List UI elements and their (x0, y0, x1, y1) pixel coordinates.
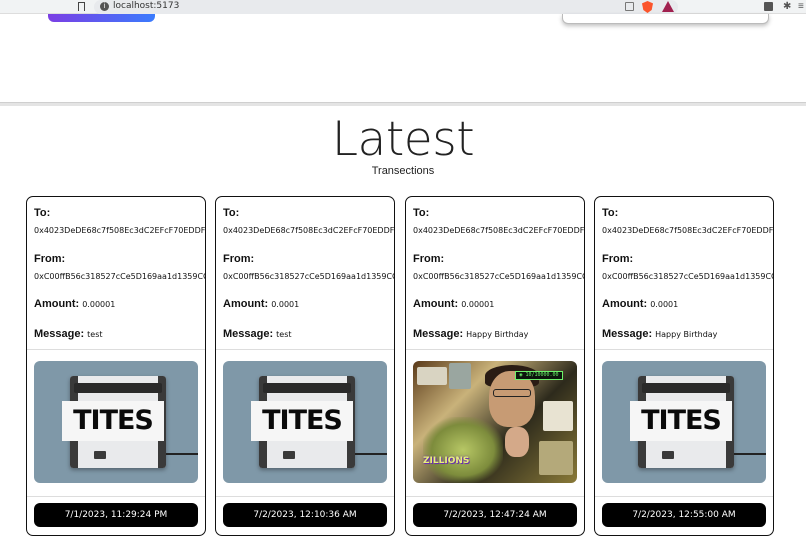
printer-image-text: TITES (73, 405, 154, 436)
card-divider (27, 349, 205, 350)
amount-label: Amount: (602, 298, 648, 310)
bookmark-icon[interactable] (78, 2, 85, 11)
printer-image: TITES (602, 361, 766, 483)
amount-row: Amount: 0.00001 (413, 298, 494, 310)
browser-toolbar: i localhost:5173 ✱ ≡ (0, 0, 806, 14)
amount-row: Amount: 0.0001 (223, 298, 299, 310)
printer-image-text: TITES (641, 405, 722, 436)
amount-value: 0.00001 (461, 300, 495, 309)
photo-image: ◉ 10/10000.00 ZILLIONS (413, 361, 577, 483)
to-address: 0x4023DeDE68c7f508Ec3dC2EFcF70EDDF03A3 (34, 226, 206, 235)
card-divider (406, 349, 584, 350)
transaction-image: TITES (223, 361, 387, 483)
transaction-card: To: 0x4023DeDE68c7f508Ec3dC2EFcF70EDDF03… (215, 196, 395, 536)
amount-label: Amount: (413, 298, 459, 310)
message-value: Happy Birthday (655, 330, 718, 339)
extensions-puzzle-icon[interactable]: ✱ (783, 1, 791, 13)
amount-value: 0.0001 (650, 300, 679, 309)
timestamp-button[interactable]: 7/2/2023, 12:10:36 AM (223, 503, 387, 527)
card-divider (216, 496, 394, 497)
card-divider (595, 349, 773, 350)
card-divider (406, 496, 584, 497)
from-label: From: (602, 253, 634, 265)
message-label: Message: (602, 328, 653, 340)
message-row: Message: Happy Birthday (602, 328, 717, 340)
to-address: 0x4023DeDE68c7f508Ec3dC2EFcF70EDDF03A3 (413, 226, 585, 235)
timestamp-button[interactable]: 7/2/2023, 12:47:24 AM (413, 503, 577, 527)
printer-image-text: TITES (262, 405, 343, 436)
card-divider (216, 349, 394, 350)
transaction-list: To: 0x4023DeDE68c7f508Ec3dC2EFcF70EDDF03… (26, 196, 776, 538)
printer-image: TITES (223, 361, 387, 483)
page-subtitle: Transections (371, 165, 435, 177)
from-address: 0xC00ffB56c318527cCe5D169aa1d1359CC4a6b (602, 272, 773, 281)
amount-label: Amount: (223, 298, 269, 310)
message-row: Message: Happy Birthday (413, 328, 528, 340)
amount-value: 0.0001 (271, 300, 300, 309)
section-divider (0, 102, 806, 106)
from-address: 0xC00ffB56c318527cCe5D169aa1d1359CC4a6b (34, 272, 205, 281)
photo-image-text: ZILLIONS (423, 456, 470, 466)
message-label: Message: (413, 328, 464, 340)
to-label: To: (602, 207, 619, 219)
brave-shield-icon[interactable] (642, 1, 653, 13)
amount-value: 0.00001 (82, 300, 116, 309)
hud-overlay: ◉ 10/10000.00 (515, 371, 563, 380)
message-row: Message: test (223, 328, 292, 340)
message-value: test (87, 330, 103, 339)
from-address: 0xC00ffB56c318527cCe5D169aa1d1359CC4a6b (413, 272, 584, 281)
brave-rewards-icon[interactable] (662, 1, 674, 12)
transaction-image: ◉ 10/10000.00 ZILLIONS (413, 361, 577, 483)
from-address: 0xC00ffB56c318527cCe5D169aa1d1359CC4a6b (223, 272, 394, 281)
transaction-image: TITES (602, 361, 766, 483)
amount-row: Amount: 0.0001 (602, 298, 678, 310)
wallet-extension-icon[interactable] (764, 2, 773, 11)
menu-icon[interactable]: ≡ (798, 1, 804, 13)
to-address: 0x4023DeDE68c7f508Ec3dC2EFcF70EDDF03A3 (223, 226, 395, 235)
transaction-card: To: 0x4023DeDE68c7f508Ec3dC2EFcF70EDDF03… (594, 196, 774, 536)
printer-image: TITES (34, 361, 198, 483)
card-divider (595, 496, 773, 497)
amount-label: Amount: (34, 298, 80, 310)
page-title: Latest (331, 112, 475, 167)
to-address: 0x4023DeDE68c7f508Ec3dC2EFcF70EDDF03A3 (602, 226, 774, 235)
message-label: Message: (34, 328, 85, 340)
timestamp-button[interactable]: 7/1/2023, 11:29:24 PM (34, 503, 198, 527)
transaction-card: To: 0x4023DeDE68c7f508Ec3dC2EFcF70EDDF03… (405, 196, 585, 536)
amount-row: Amount: 0.00001 (34, 298, 115, 310)
message-row: Message: test (34, 328, 103, 340)
from-label: From: (413, 253, 445, 265)
url-text: localhost:5173 (113, 1, 180, 11)
to-label: To: (413, 207, 430, 219)
to-label: To: (223, 207, 240, 219)
from-label: From: (34, 253, 66, 265)
card-divider (27, 496, 205, 497)
share-icon[interactable] (625, 2, 634, 11)
message-value: test (276, 330, 292, 339)
transaction-card: To: 0x4023DeDE68c7f508Ec3dC2EFcF70EDDF03… (26, 196, 206, 536)
connect-wallet-button[interactable] (48, 14, 155, 22)
transaction-image: TITES (34, 361, 198, 483)
site-info-icon[interactable]: i (100, 2, 109, 11)
from-label: From: (223, 253, 255, 265)
timestamp-button[interactable]: 7/2/2023, 12:55:00 AM (602, 503, 766, 527)
message-value: Happy Birthday (466, 330, 529, 339)
message-label: Message: (223, 328, 274, 340)
form-panel (562, 14, 769, 24)
to-label: To: (34, 207, 51, 219)
address-bar[interactable]: i localhost:5173 (94, 0, 678, 14)
